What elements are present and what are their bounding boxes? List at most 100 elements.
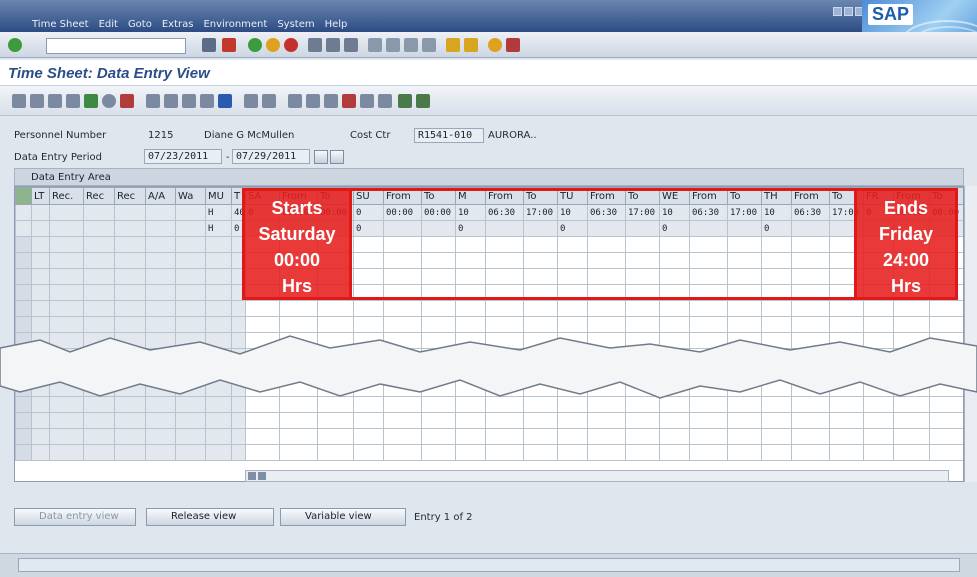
table-cell[interactable] bbox=[421, 380, 456, 397]
table-cell[interactable] bbox=[31, 284, 50, 301]
table-cell[interactable] bbox=[659, 444, 690, 461]
table-cell[interactable] bbox=[421, 444, 456, 461]
table-cell[interactable] bbox=[587, 332, 626, 349]
table-cell[interactable] bbox=[727, 428, 762, 445]
table-cell[interactable] bbox=[587, 444, 626, 461]
table-cell[interactable]: 06:30 bbox=[587, 204, 626, 221]
table-cell[interactable] bbox=[279, 348, 318, 365]
table-cell[interactable] bbox=[205, 428, 232, 445]
table-cell[interactable] bbox=[863, 380, 894, 397]
table-cell[interactable] bbox=[49, 236, 84, 253]
table-cell[interactable] bbox=[145, 380, 176, 397]
table-cell[interactable] bbox=[421, 252, 456, 269]
table-cell[interactable] bbox=[383, 412, 422, 429]
table-cell[interactable] bbox=[145, 412, 176, 429]
table-cell[interactable] bbox=[587, 348, 626, 365]
table-cell[interactable] bbox=[317, 380, 354, 397]
table-cell[interactable] bbox=[455, 268, 486, 285]
table-cell[interactable] bbox=[317, 348, 354, 365]
table-cell[interactable]: 06:30 bbox=[485, 204, 524, 221]
table-cell[interactable] bbox=[231, 396, 246, 413]
table-cell[interactable] bbox=[205, 268, 232, 285]
table-cell[interactable] bbox=[49, 316, 84, 333]
table-cell[interactable] bbox=[114, 236, 146, 253]
table-cell[interactable] bbox=[485, 300, 524, 317]
append-icon[interactable] bbox=[360, 94, 374, 108]
table-cell[interactable] bbox=[791, 380, 830, 397]
check-icon[interactable] bbox=[324, 94, 338, 108]
move-icon[interactable] bbox=[182, 94, 196, 108]
table-cell[interactable] bbox=[727, 236, 762, 253]
table-cell[interactable] bbox=[727, 364, 762, 381]
row-selector[interactable] bbox=[15, 268, 32, 285]
table-cell[interactable] bbox=[279, 300, 318, 317]
enter-check-icon[interactable] bbox=[8, 38, 22, 52]
table-cell[interactable] bbox=[761, 284, 792, 301]
table-cell[interactable] bbox=[791, 332, 830, 349]
command-field[interactable] bbox=[46, 38, 186, 54]
table-cell[interactable] bbox=[383, 332, 422, 349]
table-cell[interactable] bbox=[485, 220, 524, 237]
table-cell[interactable] bbox=[689, 380, 728, 397]
table-cell[interactable] bbox=[625, 364, 660, 381]
row-selector[interactable] bbox=[15, 428, 32, 445]
table-cell[interactable] bbox=[761, 444, 792, 461]
table-cell[interactable] bbox=[863, 364, 894, 381]
table-cell[interactable] bbox=[245, 396, 280, 413]
table-cell[interactable] bbox=[83, 348, 115, 365]
table-cell[interactable] bbox=[625, 348, 660, 365]
last-page-icon[interactable] bbox=[422, 38, 436, 52]
table-cell[interactable] bbox=[625, 332, 660, 349]
table-cell[interactable] bbox=[145, 396, 176, 413]
table-cell[interactable] bbox=[114, 380, 146, 397]
table-cell[interactable]: 10 bbox=[557, 204, 588, 221]
table-cell[interactable] bbox=[761, 268, 792, 285]
table-cell[interactable] bbox=[557, 364, 588, 381]
row-selector[interactable] bbox=[15, 220, 32, 237]
table-cell[interactable] bbox=[791, 444, 830, 461]
table-cell[interactable] bbox=[727, 268, 762, 285]
table-cell[interactable] bbox=[114, 220, 146, 237]
column-header[interactable]: From bbox=[791, 187, 830, 205]
row-selector[interactable] bbox=[15, 396, 32, 413]
table-cell[interactable] bbox=[31, 204, 50, 221]
table-cell[interactable] bbox=[727, 252, 762, 269]
table-cell[interactable] bbox=[383, 428, 422, 445]
table-cell[interactable] bbox=[353, 444, 384, 461]
table-cell[interactable] bbox=[791, 268, 830, 285]
table-cell[interactable] bbox=[761, 316, 792, 333]
table-cell[interactable] bbox=[659, 300, 690, 317]
column-header[interactable]: M bbox=[455, 187, 486, 205]
table-cell[interactable] bbox=[829, 380, 864, 397]
table-cell[interactable] bbox=[893, 348, 930, 365]
previous-page-icon[interactable] bbox=[386, 38, 400, 52]
table-cell[interactable] bbox=[523, 332, 558, 349]
row-selector[interactable] bbox=[15, 316, 32, 333]
table-cell[interactable] bbox=[421, 348, 456, 365]
row-selector[interactable] bbox=[15, 284, 32, 301]
table-cell[interactable] bbox=[659, 284, 690, 301]
table-cell[interactable] bbox=[625, 300, 660, 317]
table-cell[interactable] bbox=[455, 332, 486, 349]
row-selector[interactable] bbox=[15, 380, 32, 397]
table-cell[interactable] bbox=[245, 364, 280, 381]
table-cell[interactable] bbox=[455, 396, 486, 413]
table-cell[interactable] bbox=[31, 236, 50, 253]
table-cell[interactable] bbox=[83, 412, 115, 429]
table-cell[interactable] bbox=[145, 348, 176, 365]
table-cell[interactable] bbox=[49, 284, 84, 301]
help-icon[interactable] bbox=[488, 38, 502, 52]
table-cell[interactable] bbox=[353, 396, 384, 413]
table-cell[interactable] bbox=[245, 444, 280, 461]
table-cell[interactable] bbox=[175, 252, 206, 269]
table-cell[interactable] bbox=[727, 380, 762, 397]
table-cell[interactable] bbox=[83, 220, 115, 237]
table-cell[interactable] bbox=[929, 348, 963, 365]
new-session-icon[interactable] bbox=[446, 38, 460, 52]
table-cell[interactable] bbox=[557, 380, 588, 397]
table-cell[interactable] bbox=[625, 396, 660, 413]
table-cell[interactable] bbox=[727, 444, 762, 461]
table-cell[interactable] bbox=[659, 364, 690, 381]
table-cell[interactable] bbox=[485, 412, 524, 429]
table-cell[interactable] bbox=[761, 332, 792, 349]
